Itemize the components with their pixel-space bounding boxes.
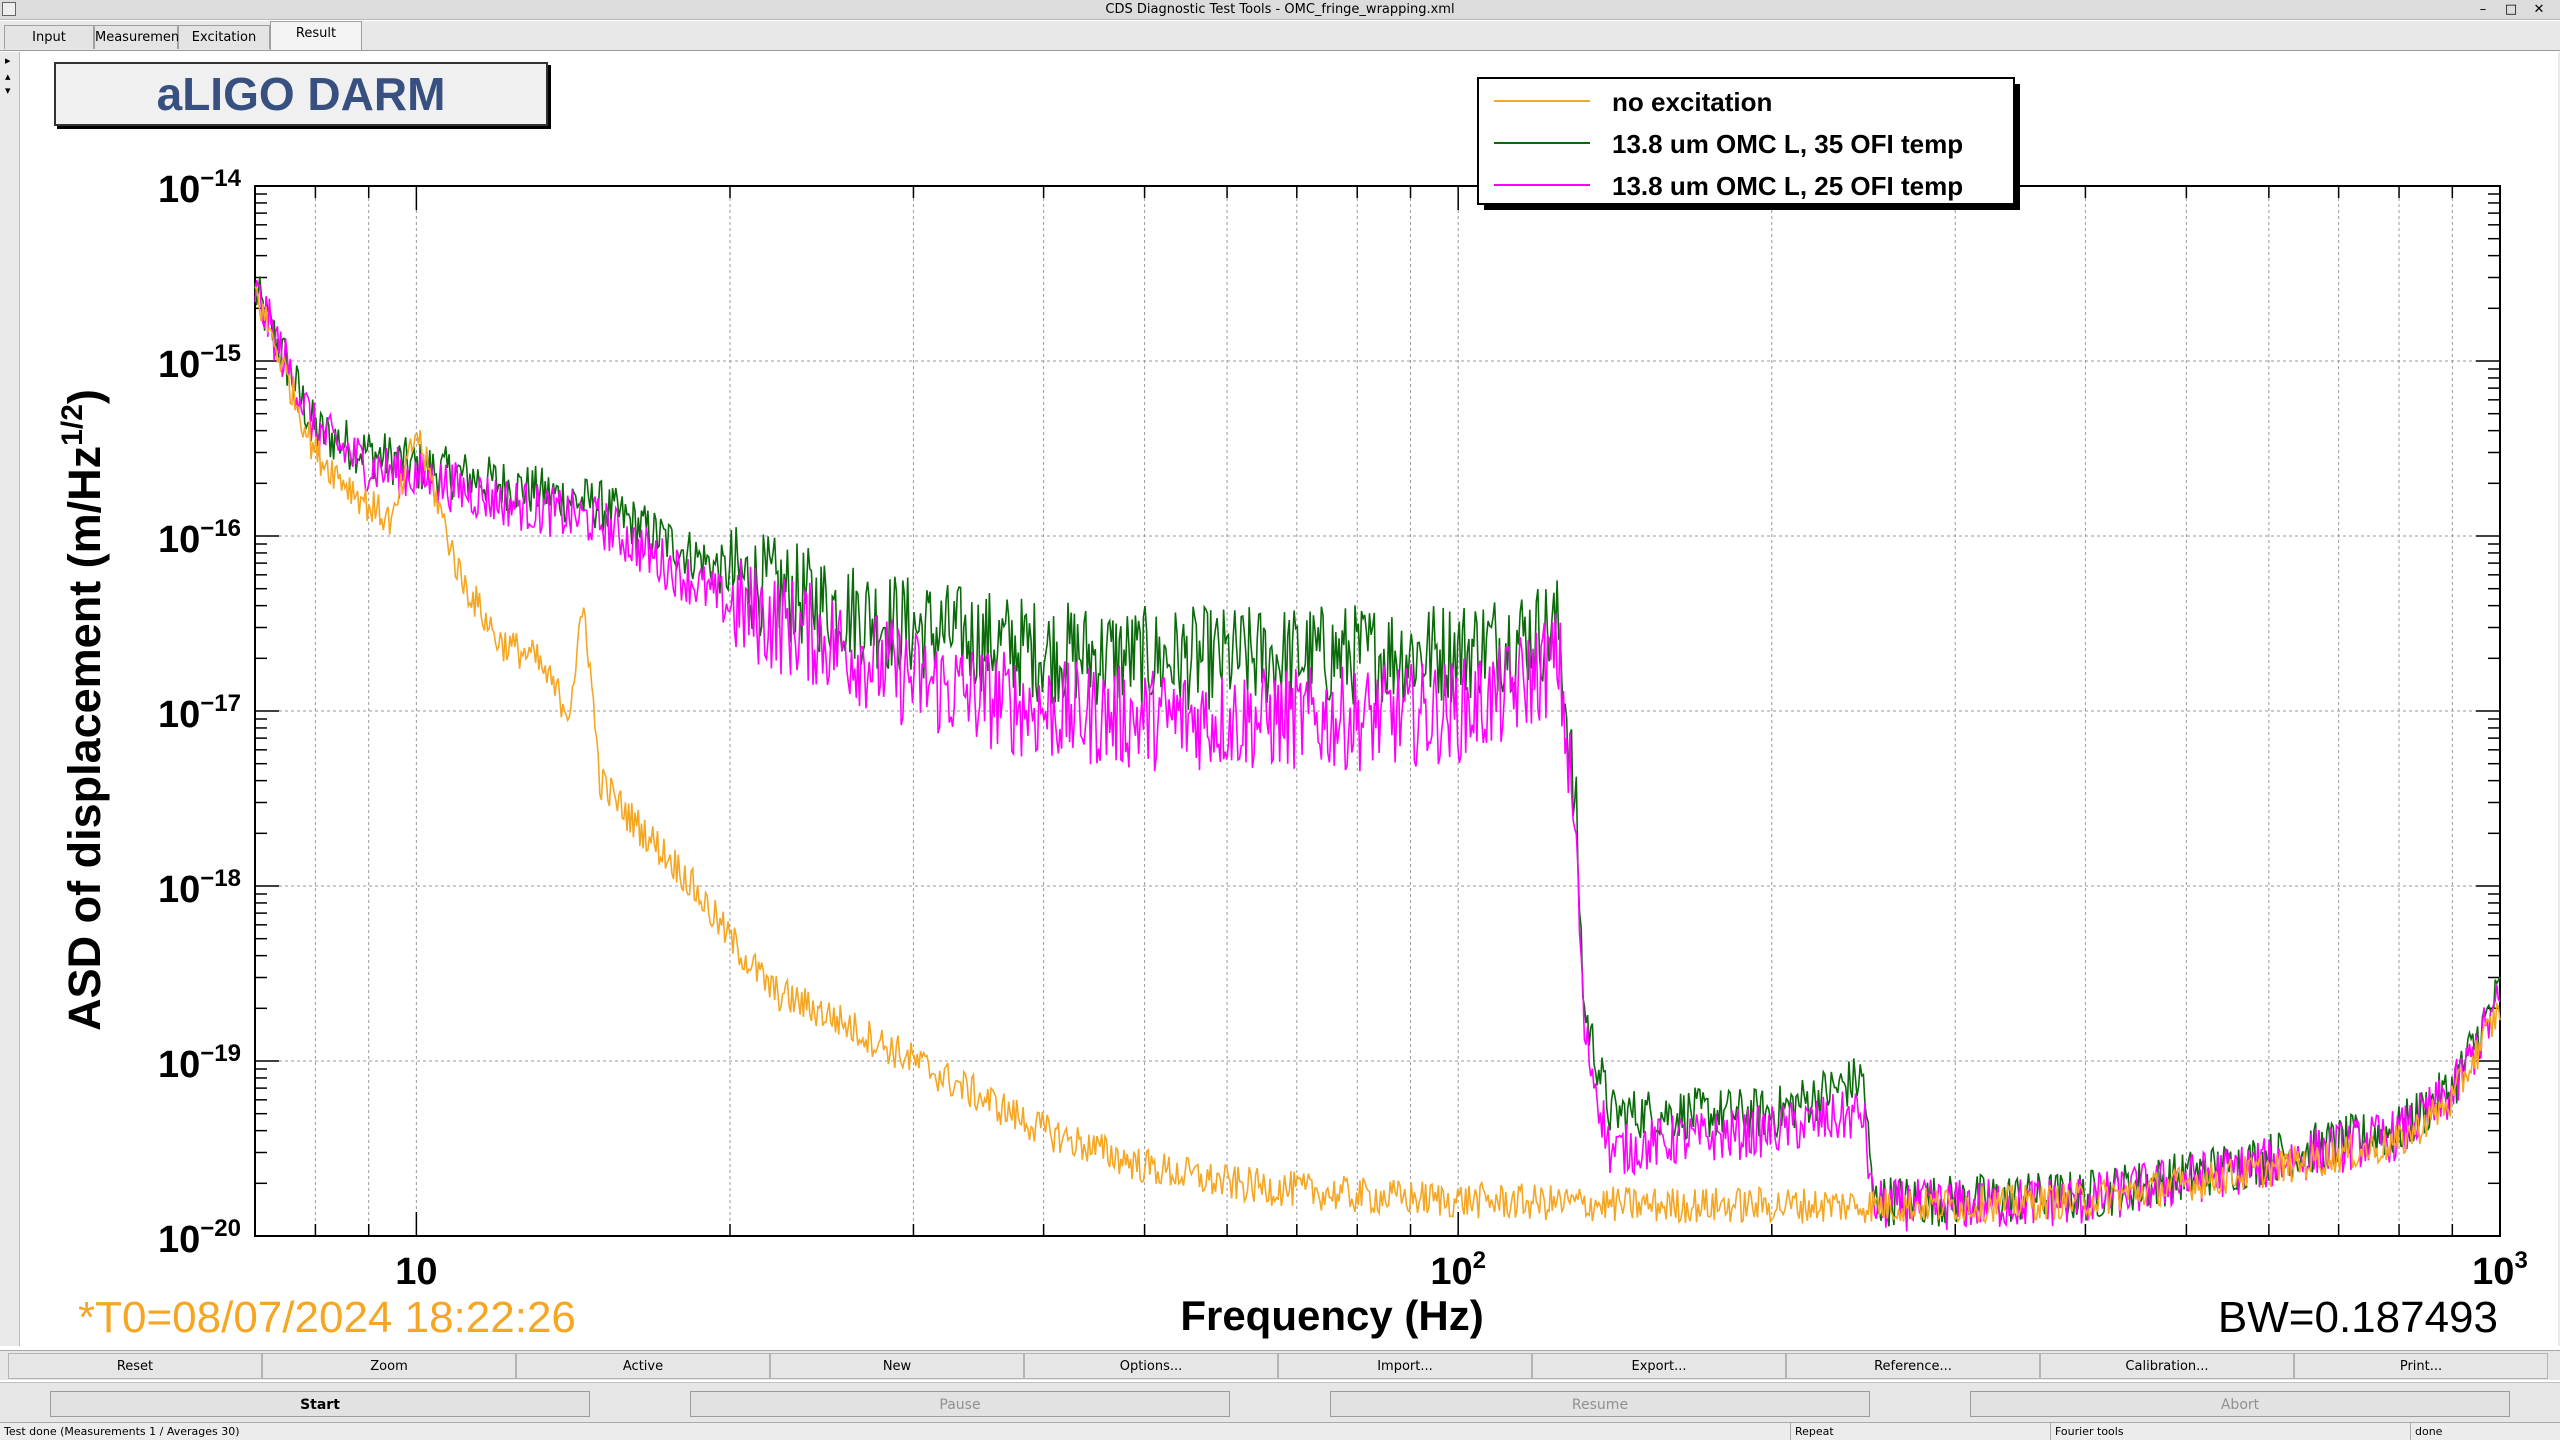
y-tick-label: 10−19 (158, 1040, 241, 1086)
abort-button[interactable]: Abort (1970, 1391, 2510, 1417)
y-axis-label: ASD of displacement (m/Hz1/2) (56, 389, 110, 1031)
options-button[interactable]: Options... (1024, 1353, 1278, 1379)
t0-timestamp: *T0=08/07/2024 18:22:26 (78, 1293, 576, 1342)
status-repeat: Repeat (1790, 1423, 2050, 1440)
x-axis-label: Frequency (Hz) (1180, 1292, 1483, 1339)
legend-label-omc-25: 13.8 um OMC L, 25 OFI temp (1612, 171, 1963, 201)
pause-button[interactable]: Pause (690, 1391, 1230, 1417)
legend: no excitation 13.8 um OMC L, 35 OFI temp… (1477, 77, 2020, 210)
legend-label-omc-35: 13.8 um OMC L, 35 OFI temp (1612, 129, 1963, 159)
status-message: Test done (Measurements 1 / Averages 30) (4, 1425, 240, 1438)
x-tick-label: 10 (395, 1251, 437, 1293)
y-axis-label-main: ASD of displacement (m/Hz (59, 446, 110, 1031)
bandwidth-label: BW=0.187493 (2218, 1293, 2498, 1342)
y-tick-label: 10−20 (158, 1215, 241, 1261)
reference-button[interactable]: Reference... (1786, 1353, 2040, 1379)
zoom-button[interactable]: Zoom (262, 1353, 516, 1379)
y-tick-label: 10−15 (158, 340, 241, 386)
series-line-2 (254, 279, 2501, 1232)
x-tick-label: 103 (2472, 1247, 2528, 1293)
legend-label-no-excitation: no excitation (1612, 87, 1772, 117)
active-button[interactable]: Active (516, 1353, 770, 1379)
series-line-0 (254, 286, 2501, 1225)
y-axis-label-sup: 1/2 (56, 404, 89, 446)
reset-button[interactable]: Reset (8, 1353, 262, 1379)
y-tick-label: 10−17 (158, 690, 241, 736)
data-series (254, 276, 2501, 1232)
x-tick-labels: 10 102 103 (395, 1247, 2528, 1293)
run-controls: Start Pause Resume Abort (0, 1382, 2560, 1422)
series-line-1 (254, 276, 2501, 1227)
y-tick-label: 10−18 (158, 865, 241, 911)
export-button[interactable]: Export... (1532, 1353, 1786, 1379)
y-axis-label-end: ) (59, 389, 110, 404)
new-button[interactable]: New (770, 1353, 1024, 1379)
resume-button[interactable]: Resume (1330, 1391, 1870, 1417)
status-state: done (2410, 1423, 2560, 1440)
y-tick-label: 10−14 (158, 165, 242, 211)
import-button[interactable]: Import... (1278, 1353, 1532, 1379)
start-button[interactable]: Start (50, 1391, 590, 1417)
print-button[interactable]: Print... (2294, 1353, 2548, 1379)
x-tick-label: 102 (1430, 1247, 1486, 1293)
status-tool: Fourier tools (2050, 1423, 2410, 1440)
plot-toolbar: Reset Zoom Active New Options... Import.… (0, 1350, 2560, 1380)
calibration-button[interactable]: Calibration... (2040, 1353, 2294, 1379)
y-tick-labels: 10−14 10−15 10−16 10−17 10−18 10−19 10−20 (158, 165, 242, 1261)
asd-chart[interactable]: 10−1410−1510−1610−1710−1810−1910−20 10 10… (0, 0, 2560, 1350)
y-tick-label: 10−16 (158, 515, 241, 561)
status-bar: Test done (Measurements 1 / Averages 30)… (0, 1422, 2560, 1440)
